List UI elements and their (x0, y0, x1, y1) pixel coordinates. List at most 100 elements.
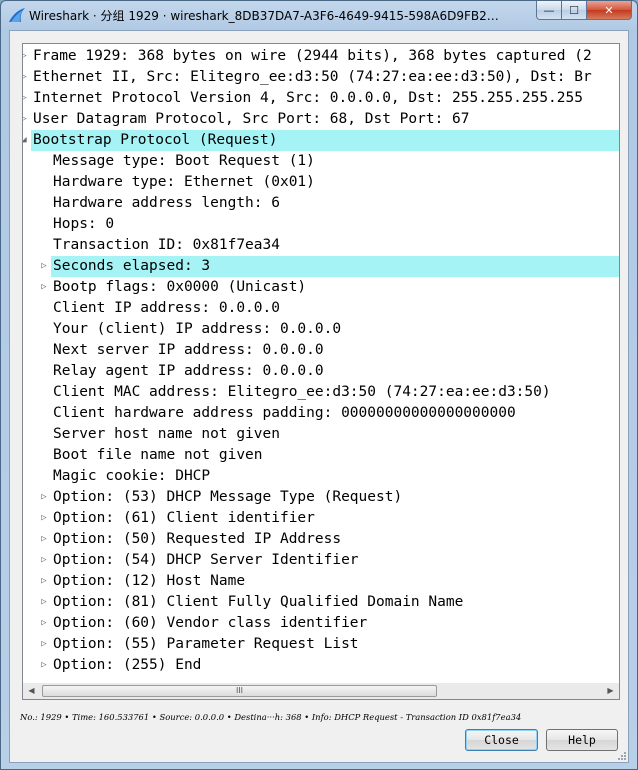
maximize-icon: ☐ (569, 3, 579, 17)
tree-row-label: Transaction ID: 0x81f7ea34 (53, 237, 280, 253)
expand-arrow-icon[interactable]: ▷ (39, 571, 49, 592)
tree-row-label: Client IP address: 0.0.0.0 (53, 300, 280, 316)
minimize-icon: — (543, 3, 555, 17)
tree-row-label: Option: (50) Requested IP Address (53, 531, 342, 547)
tree-row-label: Frame 1929: 368 bytes on wire (2944 bits… (33, 48, 592, 64)
tree-row-label: Client hardware address padding: 0000000… (53, 405, 516, 421)
tree-row[interactable]: ▷ Option: (50) Requested IP Address (23, 529, 619, 550)
tree-row-label: Option: (81) Client Fully Qualified Doma… (53, 594, 464, 610)
tree-row[interactable]: Client IP address: 0.0.0.0 (23, 298, 619, 319)
tree-row[interactable]: ▷ Option: (12) Host Name (23, 571, 619, 592)
expand-arrow-icon[interactable]: ▷ (39, 550, 49, 571)
expand-arrow-icon[interactable]: ▷ (23, 88, 29, 109)
tree-row[interactable]: Client MAC address: Elitegro_ee:d3:50 (7… (23, 382, 619, 403)
tree-row-label: Hardware address length: 6 (53, 195, 280, 211)
scroll-thumb[interactable]: III (42, 685, 437, 697)
tree-row-label: Option: (55) Parameter Request List (53, 636, 359, 652)
tree-row-label: Internet Protocol Version 4, Src: 0.0.0.… (33, 90, 583, 106)
expand-arrow-icon[interactable]: ▷ (39, 592, 49, 613)
tree-row[interactable]: Message type: Boot Request (1) (23, 151, 619, 172)
tree-row-label: Message type: Boot Request (1) (53, 153, 315, 169)
scroll-thumb-grip: III (235, 686, 244, 695)
tree-row[interactable]: ▷ Option: (54) DHCP Server Identifier (23, 550, 619, 571)
tree-row[interactable]: Client hardware address padding: 0000000… (23, 403, 619, 424)
resize-grip-icon[interactable] (615, 749, 627, 761)
minimize-button[interactable]: — (536, 1, 562, 20)
tree-row[interactable]: ▷ Option: (61) Client identifier (23, 508, 619, 529)
expand-arrow-icon[interactable]: ▷ (39, 613, 49, 634)
close-button[interactable]: Close (465, 729, 538, 751)
tree-row-label: Magic cookie: DHCP (53, 468, 211, 484)
wireshark-packet-window: Wireshark · 分组 1929 · wireshark_8DB37DA7… (0, 0, 638, 770)
tree-row-label: User Datagram Protocol, Src Port: 68, Ds… (33, 111, 470, 127)
tree-row-label: Server host name not given (53, 426, 280, 442)
tree-row-label: Option: (60) Vendor class identifier (53, 615, 368, 631)
tree-row-label: Client MAC address: Elitegro_ee:d3:50 (7… (53, 384, 551, 400)
tree-row-label: Relay agent IP address: 0.0.0.0 (53, 363, 324, 379)
expand-arrow-icon[interactable]: ▷ (39, 256, 49, 277)
scroll-right-button[interactable]: ▶ (602, 683, 619, 699)
wireshark-fin-icon (9, 8, 25, 22)
horizontal-scrollbar[interactable]: ◀ III ▶ (22, 683, 620, 700)
tree-row[interactable]: ▷User Datagram Protocol, Src Port: 68, D… (23, 109, 619, 130)
tree-row[interactable]: Your (client) IP address: 0.0.0.0 (23, 319, 619, 340)
maximize-button[interactable]: ☐ (562, 1, 587, 20)
close-icon: ✕ (604, 3, 614, 17)
scroll-left-button[interactable]: ◀ (23, 683, 40, 699)
tree-row-label: Hops: 0 (53, 216, 115, 232)
expand-arrow-icon[interactable]: ▷ (39, 634, 49, 655)
window-title: Wireshark · 分组 1929 · wireshark_8DB37DA7… (29, 9, 499, 23)
tree-row[interactable]: Magic cookie: DHCP (23, 466, 619, 487)
tree-row-label: Option: (61) Client identifier (53, 510, 315, 526)
scroll-left-icon: ◀ (28, 686, 35, 695)
tree-row-label: Option: (12) Host Name (53, 573, 246, 589)
expand-arrow-icon[interactable]: ▷ (39, 277, 49, 298)
tree-row[interactable]: Hops: 0 (23, 214, 619, 235)
expand-arrow-icon[interactable]: ▷ (39, 529, 49, 550)
tree-row-label: Ethernet II, Src: Elitegro_ee:d3:50 (74:… (33, 69, 592, 85)
tree-row[interactable]: ▷Ethernet II, Src: Elitegro_ee:d3:50 (74… (23, 67, 619, 88)
expand-arrow-icon[interactable]: ▷ (23, 109, 29, 130)
tree-row[interactable]: ◢Bootstrap Protocol (Request) (23, 130, 619, 151)
tree-row[interactable]: ▷ Option: (60) Vendor class identifier (23, 613, 619, 634)
tree-row-label: Bootp flags: 0x0000 (Unicast) (53, 279, 307, 295)
tree-row-label: Your (client) IP address: 0.0.0.0 (53, 321, 342, 337)
expand-arrow-icon[interactable]: ▷ (39, 487, 49, 508)
window-controls: — ☐ ✕ (536, 1, 632, 21)
dialog-body: ▷Frame 1929: 368 bytes on wire (2944 bit… (9, 30, 629, 763)
scroll-right-icon: ▶ (607, 686, 614, 695)
expand-arrow-icon[interactable]: ▷ (39, 508, 49, 529)
tree-row[interactable]: ▷ Option: (55) Parameter Request List (23, 634, 619, 655)
tree-row[interactable]: Hardware type: Ethernet (0x01) (23, 172, 619, 193)
expand-arrow-icon[interactable]: ▷ (39, 655, 49, 676)
tree-row[interactable]: ▷ Option: (81) Client Fully Qualified Dom… (23, 592, 619, 613)
tree-row-label: Seconds elapsed: 3 (53, 258, 211, 274)
tree-row-label: Option: (255) End (53, 657, 202, 673)
expand-arrow-icon[interactable]: ▷ (23, 46, 29, 67)
close-window-button[interactable]: ✕ (587, 1, 632, 20)
tree-row-label: Boot file name not given (53, 447, 263, 463)
tree-row[interactable]: ▷ Bootp flags: 0x0000 (Unicast) (23, 277, 619, 298)
tree-row-label: Option: (54) DHCP Server Identifier (53, 552, 359, 568)
tree-row[interactable]: ▷ Seconds elapsed: 3 (41, 256, 619, 277)
tree-row[interactable]: Next server IP address: 0.0.0.0 (23, 340, 619, 361)
title-bar[interactable]: Wireshark · 分组 1929 · wireshark_8DB37DA7… (1, 1, 637, 29)
tree-row[interactable]: Server host name not given (23, 424, 619, 445)
help-button[interactable]: Help (546, 729, 618, 751)
tree-row[interactable]: ▷Frame 1929: 368 bytes on wire (2944 bit… (23, 46, 619, 67)
tree-row[interactable]: Boot file name not given (23, 445, 619, 466)
packet-summary-status: No.: 1929 • Time: 160.533761 • Source: 0… (20, 712, 522, 722)
expand-arrow-icon[interactable]: ▷ (23, 67, 29, 88)
tree-row[interactable]: ▷Internet Protocol Version 4, Src: 0.0.0… (23, 88, 619, 109)
tree-row[interactable]: Transaction ID: 0x81f7ea34 (23, 235, 619, 256)
tree-row-label: Next server IP address: 0.0.0.0 (53, 342, 324, 358)
tree-row-label: Option: (53) DHCP Message Type (Request) (53, 489, 403, 505)
tree-row-label: Hardware type: Ethernet (0x01) (53, 174, 315, 190)
tree-row[interactable]: Hardware address length: 6 (23, 193, 619, 214)
tree-row[interactable]: ▷ Option: (255) End (23, 655, 619, 676)
tree-row-label: Bootstrap Protocol (Request) (33, 132, 278, 148)
packet-details-tree[interactable]: ▷Frame 1929: 368 bytes on wire (2944 bit… (22, 43, 620, 688)
tree-row[interactable]: Relay agent IP address: 0.0.0.0 (23, 361, 619, 382)
tree-row[interactable]: ▷ Option: (53) DHCP Message Type (Request… (23, 487, 619, 508)
collapse-arrow-icon[interactable]: ◢ (23, 130, 29, 151)
